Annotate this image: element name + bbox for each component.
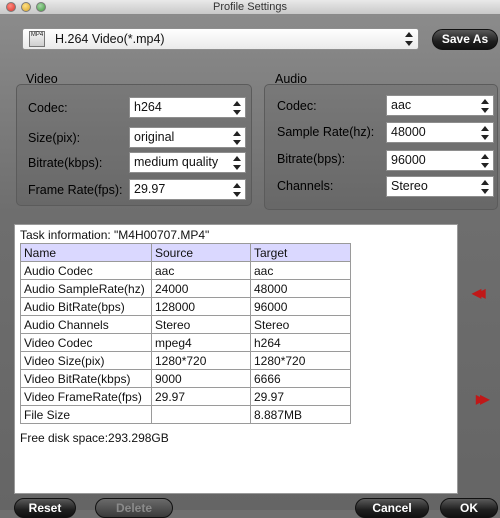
audio-codec-select[interactable]: aac — [386, 95, 494, 116]
updown-arrows-icon — [232, 182, 242, 198]
table-cell: 9000 — [151, 369, 251, 388]
window-title: Profile Settings — [213, 1, 287, 13]
audio-bitrate-value: 96000 — [391, 153, 426, 167]
table-cell: Video BitRate(kbps) — [20, 369, 152, 388]
format-select[interactable]: MP4 H.264 Video(*.mp4) — [22, 28, 419, 50]
audio-codec-value: aac — [391, 98, 412, 112]
table-row: Video Codec mpeg4 h264 — [20, 333, 351, 352]
updown-arrows-icon — [480, 125, 490, 141]
audio-bitrate-label: Bitrate(bps): — [277, 152, 346, 166]
table-cell: 29.97 — [250, 387, 351, 406]
table-cell: 29.97 — [151, 387, 251, 406]
audio-samplerate-value: 48000 — [391, 125, 426, 139]
title-bar: Profile Settings — [0, 0, 500, 15]
table-cell: 1280*720 — [250, 351, 351, 370]
column-header-target: Target — [250, 243, 351, 262]
audio-channels-label: Channels: — [277, 179, 334, 193]
table-row: Video Size(pix) 1280*720 1280*720 — [20, 351, 351, 370]
reset-button[interactable]: Reset — [14, 498, 76, 518]
video-codec-label: Codec: — [28, 101, 68, 115]
table-cell: 96000 — [250, 297, 351, 316]
table-cell: 48000 — [250, 279, 351, 298]
audio-channels-select[interactable]: Stereo — [386, 176, 494, 197]
table-row: Video FrameRate(fps) 29.97 29.97 — [20, 387, 351, 406]
video-size-value: original — [134, 130, 175, 144]
video-framerate-select[interactable]: 29.97 — [129, 179, 246, 200]
video-bitrate-select[interactable]: medium quality — [129, 152, 246, 173]
table-cell: aac — [151, 261, 251, 280]
table-cell: Video Size(pix) — [20, 351, 152, 370]
table-cell: 1280*720 — [151, 351, 251, 370]
video-codec-select[interactable]: h264 — [129, 97, 246, 118]
table-cell: 6666 — [250, 369, 351, 388]
video-bitrate-label: Bitrate(kbps): — [28, 156, 103, 170]
column-header-source: Source — [151, 243, 251, 262]
table-cell: 24000 — [151, 279, 251, 298]
table-row: Audio BitRate(bps) 128000 96000 — [20, 297, 351, 316]
mp4-file-icon: MP4 — [29, 31, 45, 47]
table-row: Audio Codec aac aac — [20, 261, 351, 280]
updown-arrows-icon — [404, 31, 414, 47]
table-cell: Video FrameRate(fps) — [20, 387, 152, 406]
updown-arrows-icon — [480, 153, 490, 169]
table-row: File Size 8.887MB — [20, 405, 351, 424]
table-row: Audio Channels Stereo Stereo — [20, 315, 351, 334]
delete-button[interactable]: Delete — [95, 498, 173, 518]
collapse-left-arrows-icon[interactable]: ◀◀ — [472, 286, 486, 300]
video-size-label: Size(pix): — [28, 131, 81, 145]
table-cell: Audio SampleRate(hz) — [20, 279, 152, 298]
task-info-heading: Task information: "M4H00707.MP4" — [20, 228, 210, 242]
free-disk-space: Free disk space:293.298GB — [20, 431, 169, 445]
save-as-button[interactable]: Save As — [432, 29, 498, 50]
updown-arrows-icon — [232, 130, 242, 146]
expand-right-arrows-icon[interactable]: ▶▶ — [476, 392, 490, 406]
video-framerate-label: Frame Rate(fps): — [28, 183, 123, 197]
task-information-panel: Task information: "M4H00707.MP4" Name So… — [14, 224, 458, 494]
table-cell: Audio Codec — [20, 261, 152, 280]
table-cell: aac — [250, 261, 351, 280]
table-cell: Stereo — [250, 315, 351, 334]
video-bitrate-value: medium quality — [134, 155, 219, 169]
format-select-value: H.264 Video(*.mp4) — [55, 32, 165, 46]
audio-samplerate-select[interactable]: 48000 — [386, 122, 494, 143]
video-size-select[interactable]: original — [129, 127, 246, 148]
table-cell: 128000 — [151, 297, 251, 316]
audio-bitrate-select[interactable]: 96000 — [386, 150, 494, 171]
table-cell: Stereo — [151, 315, 251, 334]
video-codec-value: h264 — [134, 100, 162, 114]
table-cell: Video Codec — [20, 333, 152, 352]
table-header-row: Name Source Target — [20, 243, 351, 262]
audio-channels-value: Stereo — [391, 179, 428, 193]
updown-arrows-icon — [232, 100, 242, 116]
updown-arrows-icon — [480, 98, 490, 114]
table-cell: File Size — [20, 405, 152, 424]
task-table: Name Source Target Audio Codec aac aac Aud… — [20, 243, 351, 424]
table-row: Audio SampleRate(hz) 24000 48000 — [20, 279, 351, 298]
table-cell: 8.887MB — [250, 405, 351, 424]
cancel-button[interactable]: Cancel — [355, 498, 429, 518]
table-cell: Audio Channels — [20, 315, 152, 334]
updown-arrows-icon — [232, 155, 242, 171]
table-cell: h264 — [250, 333, 351, 352]
table-cell: Audio BitRate(bps) — [20, 297, 152, 316]
updown-arrows-icon — [480, 179, 490, 195]
column-header-name: Name — [20, 243, 152, 262]
table-cell: mpeg4 — [151, 333, 251, 352]
table-row: Video BitRate(kbps) 9000 6666 — [20, 369, 351, 388]
video-framerate-value: 29.97 — [134, 182, 166, 196]
audio-samplerate-label: Sample Rate(hz): — [277, 125, 375, 139]
audio-codec-label: Codec: — [277, 99, 317, 113]
table-cell — [151, 405, 251, 424]
ok-button[interactable]: OK — [440, 498, 498, 518]
